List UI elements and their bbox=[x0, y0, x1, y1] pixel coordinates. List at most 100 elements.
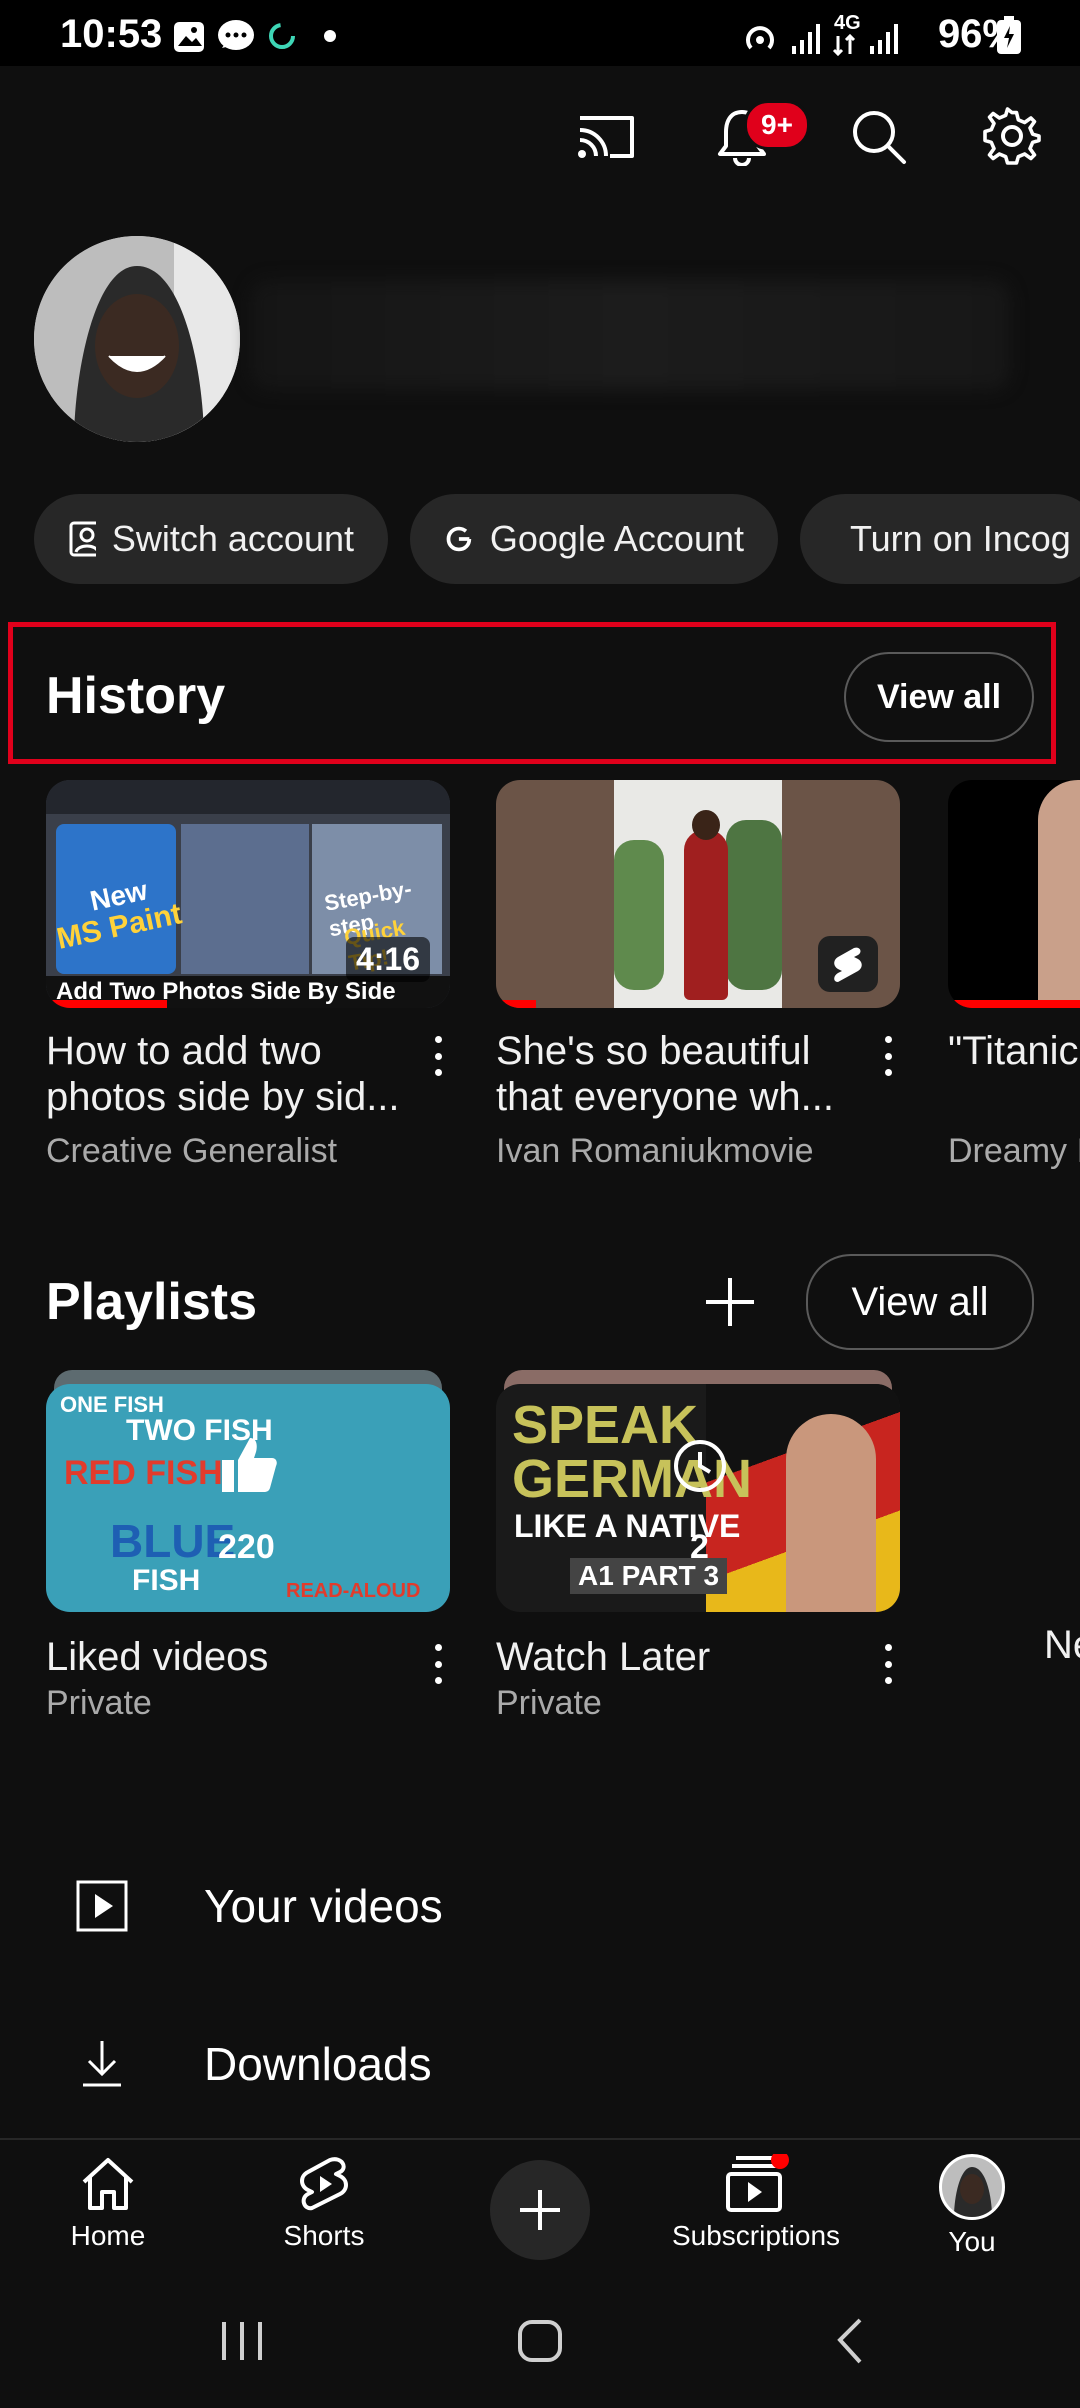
history-video-title-2[interactable]: She's so beautiful that everyone wh... bbox=[496, 1028, 856, 1120]
system-navigation bbox=[0, 2282, 1080, 2408]
kebab-dot bbox=[884, 1660, 892, 1668]
history-video-channel-3: Dreamy I bbox=[948, 1132, 1080, 1170]
google-account-label: Google Account bbox=[489, 518, 744, 559]
switch-account-chip[interactable]: Switch account bbox=[34, 494, 388, 584]
history-video-channel-2: Ivan Romaniukmovie bbox=[496, 1132, 814, 1170]
new-playlist-title[interactable]: Ne bbox=[1044, 1622, 1080, 1668]
home-icon bbox=[82, 2158, 134, 2210]
hotspot-icon bbox=[746, 26, 774, 50]
liked-videos-count: 220 bbox=[218, 1528, 275, 1566]
dot-icon bbox=[324, 30, 336, 42]
nav-home[interactable]: Home bbox=[8, 2154, 208, 2274]
recents-button[interactable] bbox=[218, 2316, 268, 2366]
kebab-dot bbox=[884, 1052, 892, 1060]
recents-icon bbox=[222, 2322, 262, 2360]
nav-subscriptions-label: Subscriptions bbox=[671, 2220, 841, 2251]
cast-icon bbox=[578, 116, 634, 158]
playlists-title: Playlists bbox=[46, 1273, 258, 1331]
incognito-label: Turn on Incog bbox=[850, 518, 1071, 559]
nav-you-label: You bbox=[948, 2226, 996, 2257]
nav-subscriptions[interactable]: Subscriptions bbox=[656, 2154, 856, 2274]
more-options-button[interactable] bbox=[878, 1036, 898, 1076]
signal-2-icon bbox=[870, 24, 898, 54]
status-time: 10:53 bbox=[60, 12, 163, 56]
video-duration: 4:16 bbox=[345, 937, 430, 982]
nav-shorts[interactable]: Shorts bbox=[224, 2154, 424, 2274]
playlists-view-all-button[interactable]: View all bbox=[806, 1254, 1034, 1350]
plus-icon bbox=[706, 1278, 754, 1326]
notification-badge: 9+ bbox=[744, 100, 810, 150]
channel-name-blurred bbox=[250, 280, 1010, 390]
settings-button[interactable] bbox=[976, 100, 1048, 172]
more-options-button[interactable] bbox=[428, 1036, 448, 1076]
history-title: History bbox=[46, 667, 226, 725]
person-card-icon bbox=[69, 521, 96, 557]
gear-icon bbox=[983, 107, 1041, 165]
kebab-dot bbox=[884, 1644, 892, 1651]
kebab-dot bbox=[884, 1677, 892, 1684]
search-icon bbox=[853, 111, 906, 164]
signal-icon bbox=[792, 24, 820, 54]
kebab-dot bbox=[434, 1660, 442, 1668]
shorts-icon bbox=[300, 2157, 348, 2211]
shorts-icon bbox=[834, 947, 862, 982]
bottom-navigation: Home Shorts Subscriptions You bbox=[0, 2138, 1080, 2282]
profile-avatar[interactable] bbox=[34, 236, 240, 442]
search-button[interactable] bbox=[842, 100, 914, 172]
thumb-text: RED FISH bbox=[64, 1454, 223, 1492]
shorts-badge bbox=[818, 936, 878, 992]
watch-later-privacy: Private bbox=[496, 1684, 602, 1722]
watch-later-thumbnail[interactable]: SPEAK GERMAN LIKE A NATIVE A1 PART 3 2 bbox=[496, 1384, 900, 1612]
create-plus-icon bbox=[520, 2190, 560, 2230]
your-videos-label: Your videos bbox=[204, 1880, 443, 1932]
kebab-dot bbox=[434, 1052, 442, 1060]
avatar bbox=[34, 236, 240, 442]
kebab-dot bbox=[884, 1036, 892, 1043]
watch-later-count: 2 bbox=[690, 1528, 709, 1566]
liked-videos-privacy: Private bbox=[46, 1684, 152, 1722]
data-arrows-icon bbox=[832, 34, 856, 56]
more-options-button[interactable] bbox=[878, 1644, 898, 1684]
back-chevron-icon bbox=[837, 2318, 862, 2364]
kebab-dot bbox=[434, 1036, 442, 1043]
liked-videos-thumbnail[interactable]: ONE FISH TWO FISH RED FISH BLUE FISH REA… bbox=[46, 1384, 450, 1612]
youtube-you-screen: 10:53 4G 96% 9+ Switch account Google Ac… bbox=[0, 0, 1080, 2408]
google-g-icon bbox=[446, 526, 472, 552]
kebab-dot bbox=[434, 1069, 442, 1076]
history-thumbnail-1[interactable]: New MS Paint Step-by-step Quick Tip! Add… bbox=[46, 780, 450, 1008]
history-thumbnail-2[interactable] bbox=[496, 780, 900, 1008]
message-icon bbox=[218, 20, 254, 50]
history-video-title-1[interactable]: How to add two photos side by sid... bbox=[46, 1028, 406, 1120]
more-options-button[interactable] bbox=[428, 1644, 448, 1684]
nav-you[interactable]: You bbox=[872, 2154, 1072, 2274]
kebab-dot bbox=[434, 1644, 442, 1651]
liked-videos-title[interactable]: Liked videos bbox=[46, 1634, 406, 1680]
thumb-text: FISH bbox=[132, 1564, 201, 1597]
switch-account-label: Switch account bbox=[111, 518, 354, 559]
back-button[interactable] bbox=[826, 2316, 876, 2366]
your-videos-row[interactable]: Your videos bbox=[0, 1836, 1080, 1976]
history-video-title-3[interactable]: "Titanic screen" bbox=[948, 1028, 1080, 1074]
incognito-chip[interactable]: Turn on Incog bbox=[800, 494, 1080, 584]
kebab-dot bbox=[884, 1069, 892, 1076]
google-account-chip[interactable]: Google Account bbox=[410, 494, 778, 584]
network-type: 4G bbox=[834, 12, 861, 34]
watch-progress-bar bbox=[46, 1000, 168, 1008]
watch-progress-bar bbox=[948, 1000, 1080, 1008]
history-view-all-button[interactable]: View all bbox=[844, 652, 1034, 742]
watch-later-title[interactable]: Watch Later bbox=[496, 1634, 856, 1680]
cast-button[interactable] bbox=[570, 100, 642, 172]
downloads-row[interactable]: Downloads bbox=[0, 1994, 1080, 2134]
thumb-text: BLUE bbox=[110, 1515, 236, 1567]
nav-shorts-label: Shorts bbox=[283, 2220, 365, 2251]
create-button[interactable] bbox=[490, 2160, 590, 2260]
thumb-text: READ-ALOUD bbox=[286, 1580, 421, 1602]
play-square-icon bbox=[72, 1876, 132, 1936]
history-thumbnail-3[interactable] bbox=[948, 780, 1080, 1008]
new-playlist-button[interactable] bbox=[700, 1272, 760, 1332]
clock-icon bbox=[672, 1438, 728, 1494]
watch-progress-bar bbox=[496, 1000, 537, 1008]
gallery-icon bbox=[174, 22, 204, 52]
battery-charging-icon bbox=[997, 16, 1021, 54]
home-system-button[interactable] bbox=[516, 2316, 566, 2366]
